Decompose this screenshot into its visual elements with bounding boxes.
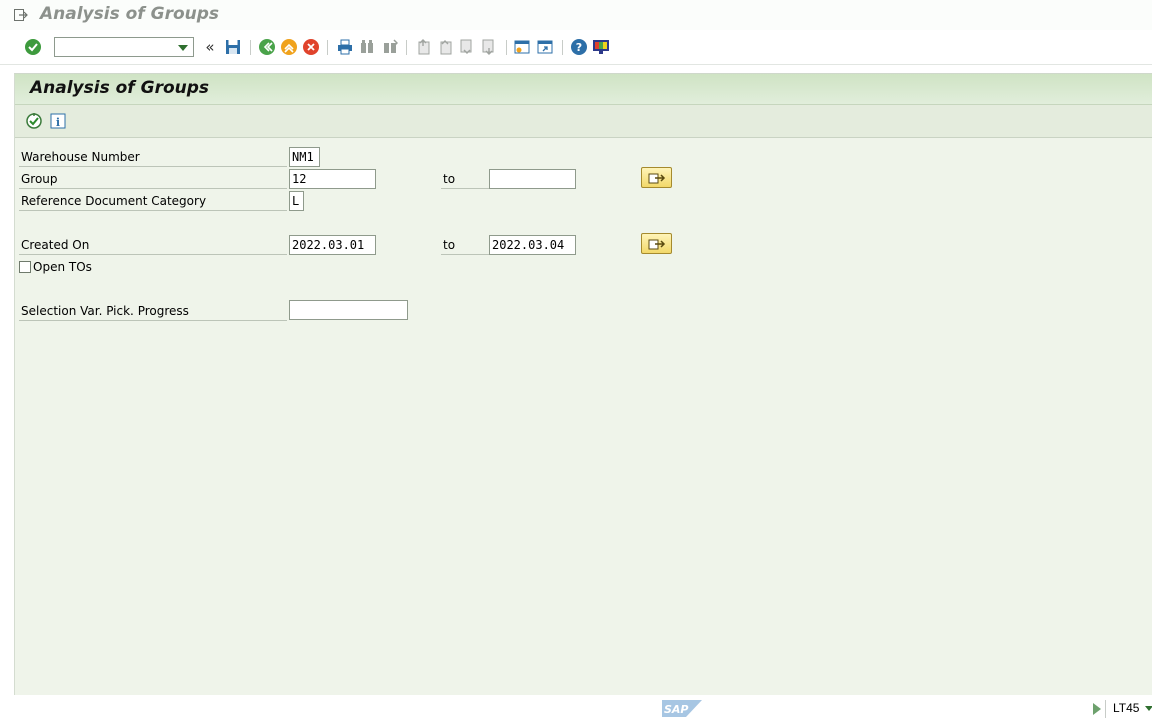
last-page-icon[interactable] bbox=[479, 37, 499, 57]
shortcut-icon[interactable] bbox=[535, 37, 555, 57]
toolbar-separator bbox=[562, 40, 563, 55]
selection-variant-label: Selection Var. Pick. Progress bbox=[19, 301, 287, 321]
info-icon[interactable]: i bbox=[48, 111, 68, 131]
toolbar-separator bbox=[406, 40, 407, 55]
transaction-dropdown-icon[interactable] bbox=[1145, 706, 1152, 711]
open-tos-label: Open TOs bbox=[33, 260, 92, 274]
created-on-multiple-selection-button[interactable] bbox=[641, 233, 672, 254]
status-bar: SAP LT45 bbox=[0, 695, 1152, 723]
svg-text:i: i bbox=[56, 116, 60, 129]
group-label: Group bbox=[19, 169, 287, 189]
transaction-code: LT45 bbox=[1113, 701, 1140, 715]
screen-header: Analysis of Groups bbox=[15, 74, 1152, 105]
group-to-label: to bbox=[441, 169, 489, 189]
create-session-icon[interactable] bbox=[512, 37, 532, 57]
screen-title: Analysis of Groups bbox=[30, 78, 210, 98]
reference-document-category-label: Reference Document Category bbox=[19, 191, 287, 211]
created-on-to-field[interactable]: 2022.03.04 bbox=[489, 235, 576, 255]
enter-icon[interactable] bbox=[23, 37, 43, 57]
customize-layout-icon[interactable] bbox=[591, 37, 611, 57]
multiple-selection-icon bbox=[648, 239, 665, 249]
system-toolbar: « ? bbox=[0, 31, 1152, 65]
created-on-from-field[interactable]: 2022.03.01 bbox=[289, 235, 376, 255]
multiple-selection-icon bbox=[648, 173, 665, 183]
find-icon[interactable] bbox=[357, 37, 377, 57]
command-dropdown-icon[interactable] bbox=[178, 45, 188, 51]
first-page-icon[interactable] bbox=[413, 37, 433, 57]
status-play-icon[interactable] bbox=[1093, 703, 1101, 715]
sap-logo: SAP bbox=[662, 700, 702, 717]
execute-icon[interactable] bbox=[24, 111, 44, 131]
warehouse-number-label: Warehouse Number bbox=[19, 147, 287, 167]
window-title: Analysis of Groups bbox=[40, 4, 220, 24]
warehouse-number-field[interactable]: NM1 bbox=[289, 147, 320, 167]
group-multiple-selection-button[interactable] bbox=[641, 167, 672, 188]
command-field[interactable] bbox=[54, 37, 194, 57]
reference-document-category-field[interactable]: L bbox=[289, 191, 304, 211]
open-tos-checkbox[interactable] bbox=[19, 261, 31, 273]
toolbar-separator bbox=[506, 40, 507, 55]
application-toolbar: i bbox=[15, 105, 1152, 138]
toolbar-separator bbox=[327, 40, 328, 55]
previous-page-icon[interactable] bbox=[435, 37, 455, 57]
exit-icon[interactable] bbox=[279, 37, 299, 57]
title-bar: Analysis of Groups bbox=[0, 0, 1152, 30]
created-on-label: Created On bbox=[19, 235, 287, 255]
back-double-chevron-icon[interactable]: « bbox=[200, 37, 220, 57]
back-icon[interactable] bbox=[257, 37, 277, 57]
find-next-icon[interactable] bbox=[380, 37, 400, 57]
group-from-field[interactable]: 12 bbox=[289, 169, 376, 189]
save-icon[interactable] bbox=[223, 37, 243, 57]
print-icon[interactable] bbox=[335, 37, 355, 57]
cancel-icon[interactable] bbox=[301, 37, 321, 57]
group-to-field[interactable] bbox=[489, 169, 576, 189]
created-on-to-label: to bbox=[441, 235, 489, 255]
next-page-icon[interactable] bbox=[457, 37, 477, 57]
svg-text:?: ? bbox=[576, 41, 582, 54]
selection-variant-field[interactable] bbox=[289, 300, 408, 320]
menu-exit-icon[interactable] bbox=[13, 7, 29, 23]
help-icon[interactable]: ? bbox=[569, 37, 589, 57]
toolbar-separator bbox=[250, 40, 251, 55]
screen-area: Analysis of Groups i Warehouse Number NM… bbox=[14, 73, 1152, 695]
status-divider bbox=[1105, 700, 1106, 718]
svg-text:SAP: SAP bbox=[664, 703, 689, 716]
